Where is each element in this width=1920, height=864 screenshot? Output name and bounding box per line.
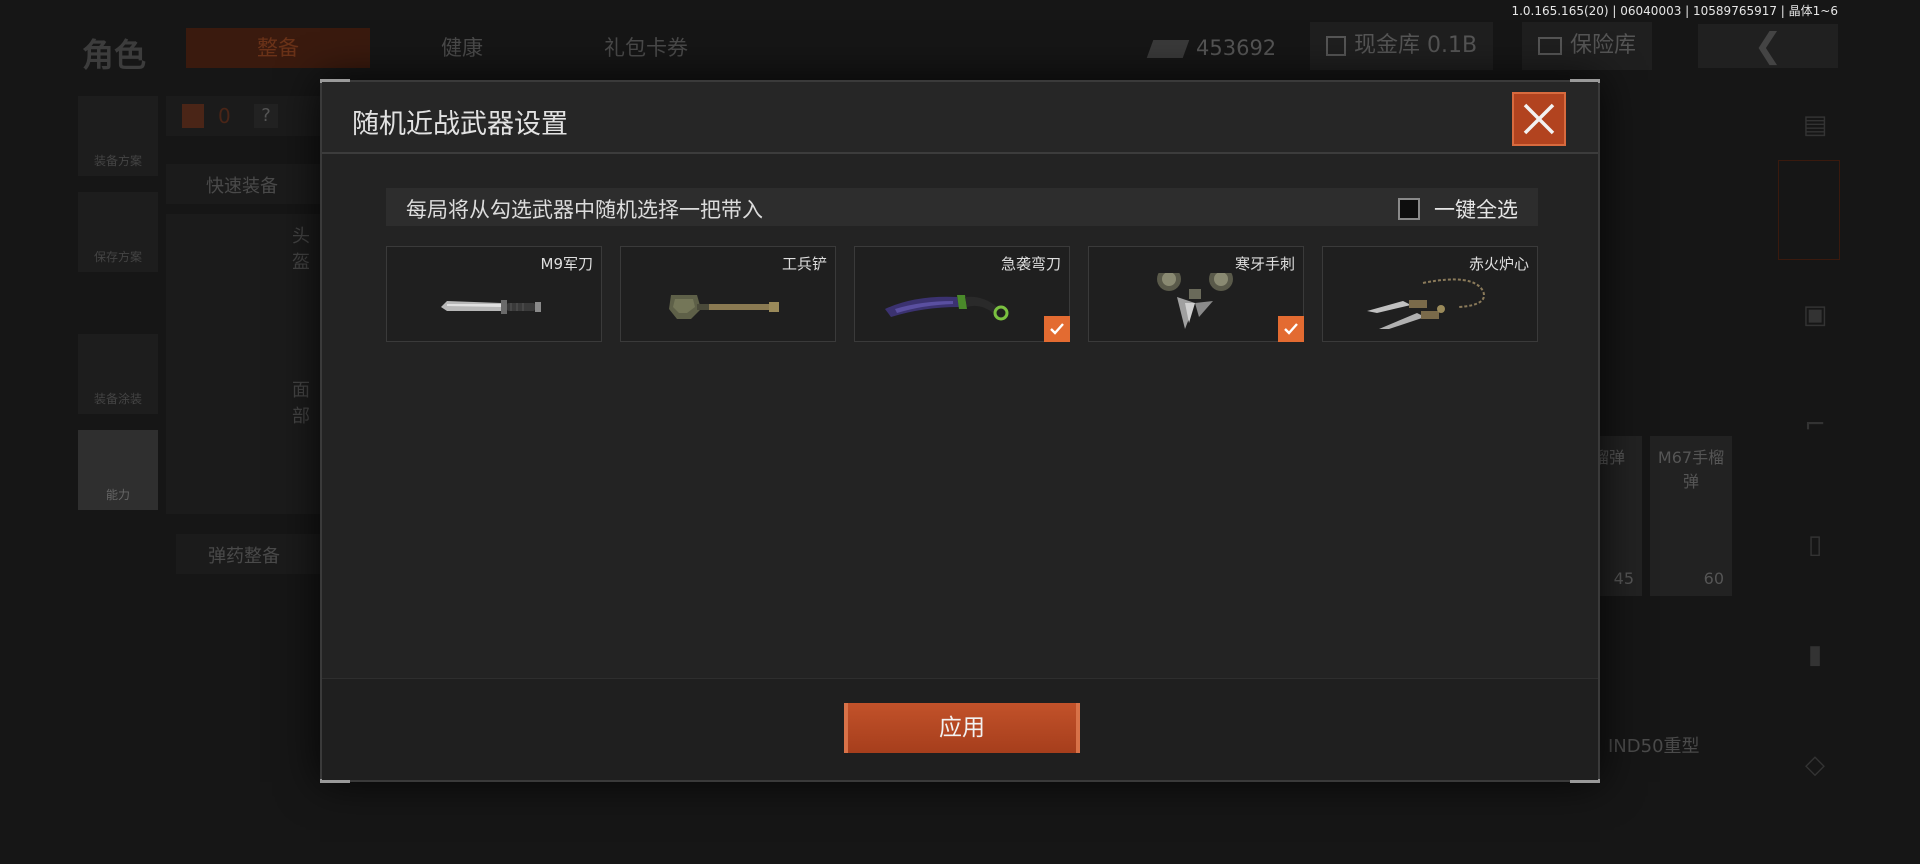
modal-title: 随机近战武器设置 [352, 109, 568, 140]
select-all-checkbox[interactable] [1398, 198, 1420, 220]
modal-header: 随机近战武器设置 [322, 82, 1598, 154]
armor-status: 0 ? [166, 96, 326, 136]
select-all-toggle[interactable]: 一键全选 [1398, 194, 1518, 224]
push-dagger-icon [1157, 273, 1233, 329]
info-bar: 每局将从勾选武器中随机选择一把带入 一键全选 [386, 188, 1538, 226]
weapon-grid: M9军刀 工兵铲 急袭弯刀 寒牙手刺 赤火炉心 [386, 246, 1538, 342]
inventory-icon[interactable]: ▤ [1790, 100, 1840, 150]
save-plan-button[interactable]: 保存方案 [78, 192, 158, 272]
cash-icon [1146, 40, 1190, 58]
m67-grenade-name: M67手榴弹 [1657, 448, 1725, 491]
entrenching-shovel-icon [669, 295, 779, 319]
weapon-card-push-dagger[interactable]: 寒牙手刺 [1088, 246, 1304, 342]
weapon-card-rope-dart[interactable]: 赤火炉心 [1322, 246, 1538, 342]
tab-loadout[interactable]: 整备 [186, 28, 370, 68]
weapon-card-shovel[interactable]: 工兵铲 [620, 246, 836, 342]
ammo-equip-label: 弹药整备 [208, 546, 280, 567]
helmet-label: IND50重型 [1608, 736, 1700, 757]
safe-button[interactable]: 保险库 [1522, 22, 1653, 70]
tab-health[interactable]: 健康 [400, 28, 524, 68]
info-text: 每局将从勾选武器中随机选择一把带入 [406, 198, 763, 222]
weapon-name: 工兵铲 [781, 255, 827, 273]
money-amount: 453692 [1196, 36, 1277, 60]
help-icon[interactable]: ? [254, 104, 278, 128]
magazine-icon[interactable]: ▯ [1790, 520, 1840, 570]
close-icon [1523, 103, 1555, 135]
weapon-checked-badge[interactable] [1044, 316, 1070, 342]
melee-slot-icon[interactable]: ◇ [1790, 740, 1840, 790]
cash-vault-button[interactable]: 现金库 0.1B [1310, 22, 1494, 70]
weapon-name: 急袭弯刀 [1000, 255, 1061, 273]
random-melee-modal: 随机近战武器设置 每局将从勾选武器中随机选择一把带入 一键全选 M9军刀 工兵铲… [320, 79, 1600, 783]
rope-dart-icon [1367, 278, 1485, 329]
ammo-equip-button[interactable]: 弹药整备 [176, 534, 326, 574]
weapon-checked-badge[interactable] [1278, 316, 1304, 342]
close-button[interactable] [1512, 92, 1566, 146]
m67-grenade-item[interactable]: M67手榴弹 60 [1650, 436, 1732, 596]
pistol-icon[interactable]: ▮ [1790, 630, 1840, 680]
select-all-label: 一键全选 [1434, 198, 1518, 222]
bayonet-knife-icon [441, 300, 541, 314]
vault-icon [1326, 36, 1346, 56]
safe-icon [1538, 37, 1562, 55]
weapon-name: M9军刀 [540, 255, 594, 273]
cash-vault-label: 现金库 0.1B [1354, 33, 1478, 58]
quick-equip-button[interactable]: 快速装备 [166, 164, 326, 204]
armor-count: 0 [218, 104, 231, 128]
modal-footer: 应用 [322, 678, 1598, 780]
safe-label: 保险库 [1570, 33, 1637, 58]
vest-icon[interactable]: ▣ [1790, 290, 1840, 340]
weapon-card-karambit[interactable]: 急袭弯刀 [854, 246, 1070, 342]
money-display: 453692 [1146, 28, 1277, 68]
weapon-name: 寒牙手刺 [1234, 255, 1295, 273]
loadout-plan-button[interactable]: 装备方案 [78, 96, 158, 176]
quick-equip-label: 快速装备 [206, 176, 278, 197]
check-icon [1050, 323, 1064, 335]
tab-gift-coupons[interactable]: 礼包卡券 [566, 28, 726, 68]
m67-grenade-count: 60 [1703, 569, 1724, 588]
armor-icon [182, 104, 204, 128]
grenade-count: 45 [1613, 569, 1634, 588]
equipment-slots: 头盔 面部 [166, 214, 326, 514]
karambit-knife-icon [885, 295, 1009, 321]
back-button[interactable]: ❮ [1698, 24, 1838, 68]
version-info: 1.0.165.165(20) | 06040003 | 10589765917… [1511, 4, 1838, 18]
weapon-card-m9[interactable]: M9军刀 [386, 246, 602, 342]
back-arrow-icon: ❮ [1753, 26, 1783, 66]
check-icon [1284, 323, 1298, 335]
equipment-skin-button[interactable]: 装备涂装 [78, 334, 158, 414]
character-title: 角色 [82, 36, 147, 74]
weapon-name: 赤火炉心 [1468, 255, 1529, 273]
ability-button[interactable]: 能力 [78, 430, 158, 510]
rifle-icon[interactable]: ⌐ [1790, 400, 1840, 450]
apply-button[interactable]: 应用 [844, 703, 1080, 753]
selected-slot-icon[interactable] [1778, 160, 1840, 260]
game-screen: 1.0.165.165(20) | 06040003 | 10589765917… [0, 0, 1920, 864]
